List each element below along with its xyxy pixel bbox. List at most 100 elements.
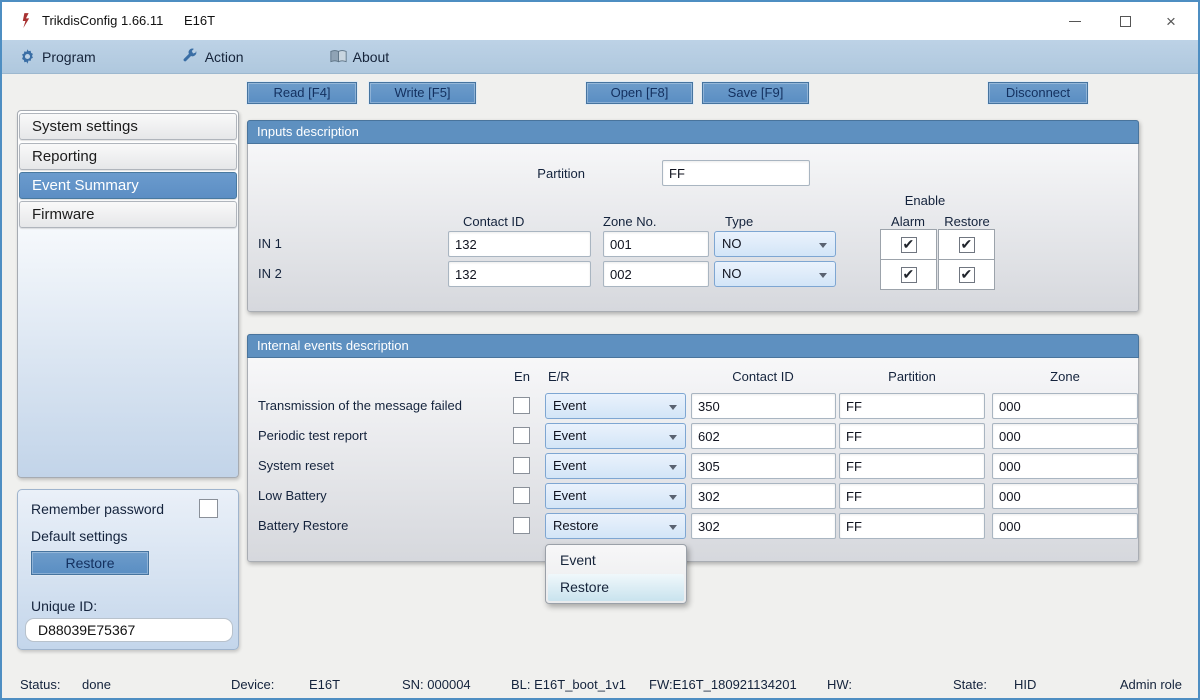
sidebar: System settings Reporting Event Summary …	[17, 110, 239, 478]
menu-action[interactable]: Action	[168, 40, 258, 73]
event4-partition-input[interactable]	[839, 513, 985, 539]
serial-number: SN: 000004	[402, 677, 471, 692]
event2-er-value: Event	[553, 458, 586, 473]
in1-alarm-checkbox[interactable]	[901, 237, 917, 253]
event4-contact-id-input[interactable]	[691, 513, 836, 539]
in2-restore-checkbox[interactable]	[959, 267, 975, 283]
in1-restore-checkbox[interactable]	[959, 237, 975, 253]
zone-header: Zone	[1050, 369, 1080, 384]
restore-header: Restore	[944, 214, 990, 229]
event3-zone-input[interactable]	[992, 483, 1138, 509]
app-logo-icon	[18, 12, 35, 29]
in2-alarm-cell	[880, 259, 937, 290]
event3-en-checkbox[interactable]	[513, 487, 530, 504]
event1-zone-input[interactable]	[992, 423, 1138, 449]
status-label: Status:	[20, 677, 60, 692]
sidebar-item-system-settings[interactable]: System settings	[19, 113, 237, 140]
in2-alarm-checkbox[interactable]	[901, 267, 917, 283]
save-button[interactable]: Save [F9]	[702, 82, 809, 104]
type-header: Type	[725, 214, 753, 229]
event4-zone-input[interactable]	[992, 513, 1138, 539]
chevron-down-icon	[669, 465, 677, 470]
input-row-label: IN 2	[258, 261, 282, 287]
event-row-label: Periodic test report	[258, 423, 367, 449]
contact-id-header: Contact ID	[463, 214, 524, 229]
event1-en-checkbox[interactable]	[513, 427, 530, 444]
in1-type-select[interactable]: NO	[714, 231, 836, 257]
in1-restore-cell	[938, 229, 995, 260]
maximize-button[interactable]	[1102, 2, 1148, 40]
status-bar: Status: done Device: E16T SN: 000004 BL:…	[2, 672, 1198, 698]
in2-contact-id-input[interactable]	[448, 261, 591, 287]
disconnect-button[interactable]: Disconnect	[988, 82, 1088, 104]
in1-contact-id-input[interactable]	[448, 231, 591, 257]
event0-er-value: Event	[553, 398, 586, 413]
event1-er-select[interactable]: Event	[545, 423, 686, 449]
event2-partition-input[interactable]	[839, 453, 985, 479]
chevron-down-icon	[669, 435, 677, 440]
internal-events-panel: Internal events description En E/R Conta…	[247, 334, 1139, 562]
sidebar-item-firmware[interactable]: Firmware	[19, 201, 237, 228]
menu-about-label: About	[353, 49, 390, 65]
event4-er-value: Restore	[553, 518, 599, 533]
sidebar-item-event-summary[interactable]: Event Summary	[19, 172, 237, 199]
dropdown-option-event[interactable]: Event	[548, 547, 684, 574]
event4-er-select[interactable]: Restore	[545, 513, 686, 539]
alarm-header: Alarm	[891, 214, 925, 229]
event3-er-select[interactable]: Event	[545, 483, 686, 509]
partition-label: Partition	[485, 166, 585, 181]
chevron-down-icon	[819, 273, 827, 278]
internal-panel-title: Internal events description	[247, 334, 1139, 358]
chevron-down-icon	[669, 495, 677, 500]
firmware-version: FW:E16T_180921134201	[649, 677, 797, 692]
in2-type-select[interactable]: NO	[714, 261, 836, 287]
remember-password-checkbox[interactable]	[199, 499, 218, 518]
chevron-down-icon	[669, 525, 677, 530]
event3-partition-input[interactable]	[839, 483, 985, 509]
event0-en-checkbox[interactable]	[513, 397, 530, 414]
read-button[interactable]: Read [F4]	[247, 82, 357, 104]
state-value: HID	[1014, 677, 1036, 692]
close-icon: ×	[1166, 13, 1176, 30]
menu-program[interactable]: Program	[2, 40, 110, 73]
book-icon	[330, 48, 347, 65]
event0-contact-id-input[interactable]	[691, 393, 836, 419]
default-settings-label: Default settings	[31, 528, 128, 544]
event0-zone-input[interactable]	[992, 393, 1138, 419]
restore-defaults-button[interactable]: Restore	[31, 551, 149, 575]
chevron-down-icon	[819, 243, 827, 248]
event1-contact-id-input[interactable]	[691, 423, 836, 449]
minimize-button[interactable]	[1052, 2, 1098, 40]
event0-er-select[interactable]: Event	[545, 393, 686, 419]
event2-zone-input[interactable]	[992, 453, 1138, 479]
inputs-panel-title: Inputs description	[247, 120, 1139, 144]
app-window: TrikdisConfig 1.66.11 E16T × Program Act…	[0, 0, 1200, 700]
event0-partition-input[interactable]	[839, 393, 985, 419]
menu-bar: Program Action About	[2, 40, 1198, 74]
sidebar-item-reporting[interactable]: Reporting	[19, 143, 237, 170]
in1-type-value: NO	[722, 236, 742, 251]
contact-id-header: Contact ID	[732, 369, 793, 384]
event2-contact-id-input[interactable]	[691, 453, 836, 479]
in2-zone-input[interactable]	[603, 261, 709, 287]
event3-contact-id-input[interactable]	[691, 483, 836, 509]
menu-about[interactable]: About	[316, 40, 404, 73]
event2-en-checkbox[interactable]	[513, 457, 530, 474]
open-button[interactable]: Open [F8]	[586, 82, 693, 104]
unique-id-value: D88039E75367	[25, 618, 233, 642]
gear-icon	[19, 48, 36, 65]
en-header: En	[514, 369, 530, 384]
event1-partition-input[interactable]	[839, 423, 985, 449]
event4-en-checkbox[interactable]	[513, 517, 530, 534]
close-button[interactable]: ×	[1148, 2, 1194, 40]
event-row-label: System reset	[258, 453, 334, 479]
role-badge: Admin role	[1120, 677, 1182, 692]
partition-input[interactable]	[662, 160, 810, 186]
wrench-icon	[182, 48, 199, 65]
in1-zone-input[interactable]	[603, 231, 709, 257]
dropdown-option-restore[interactable]: Restore	[548, 574, 684, 601]
event3-er-value: Event	[553, 488, 586, 503]
event2-er-select[interactable]: Event	[545, 453, 686, 479]
event-row-label: Low Battery	[258, 483, 327, 509]
write-button[interactable]: Write [F5]	[369, 82, 476, 104]
